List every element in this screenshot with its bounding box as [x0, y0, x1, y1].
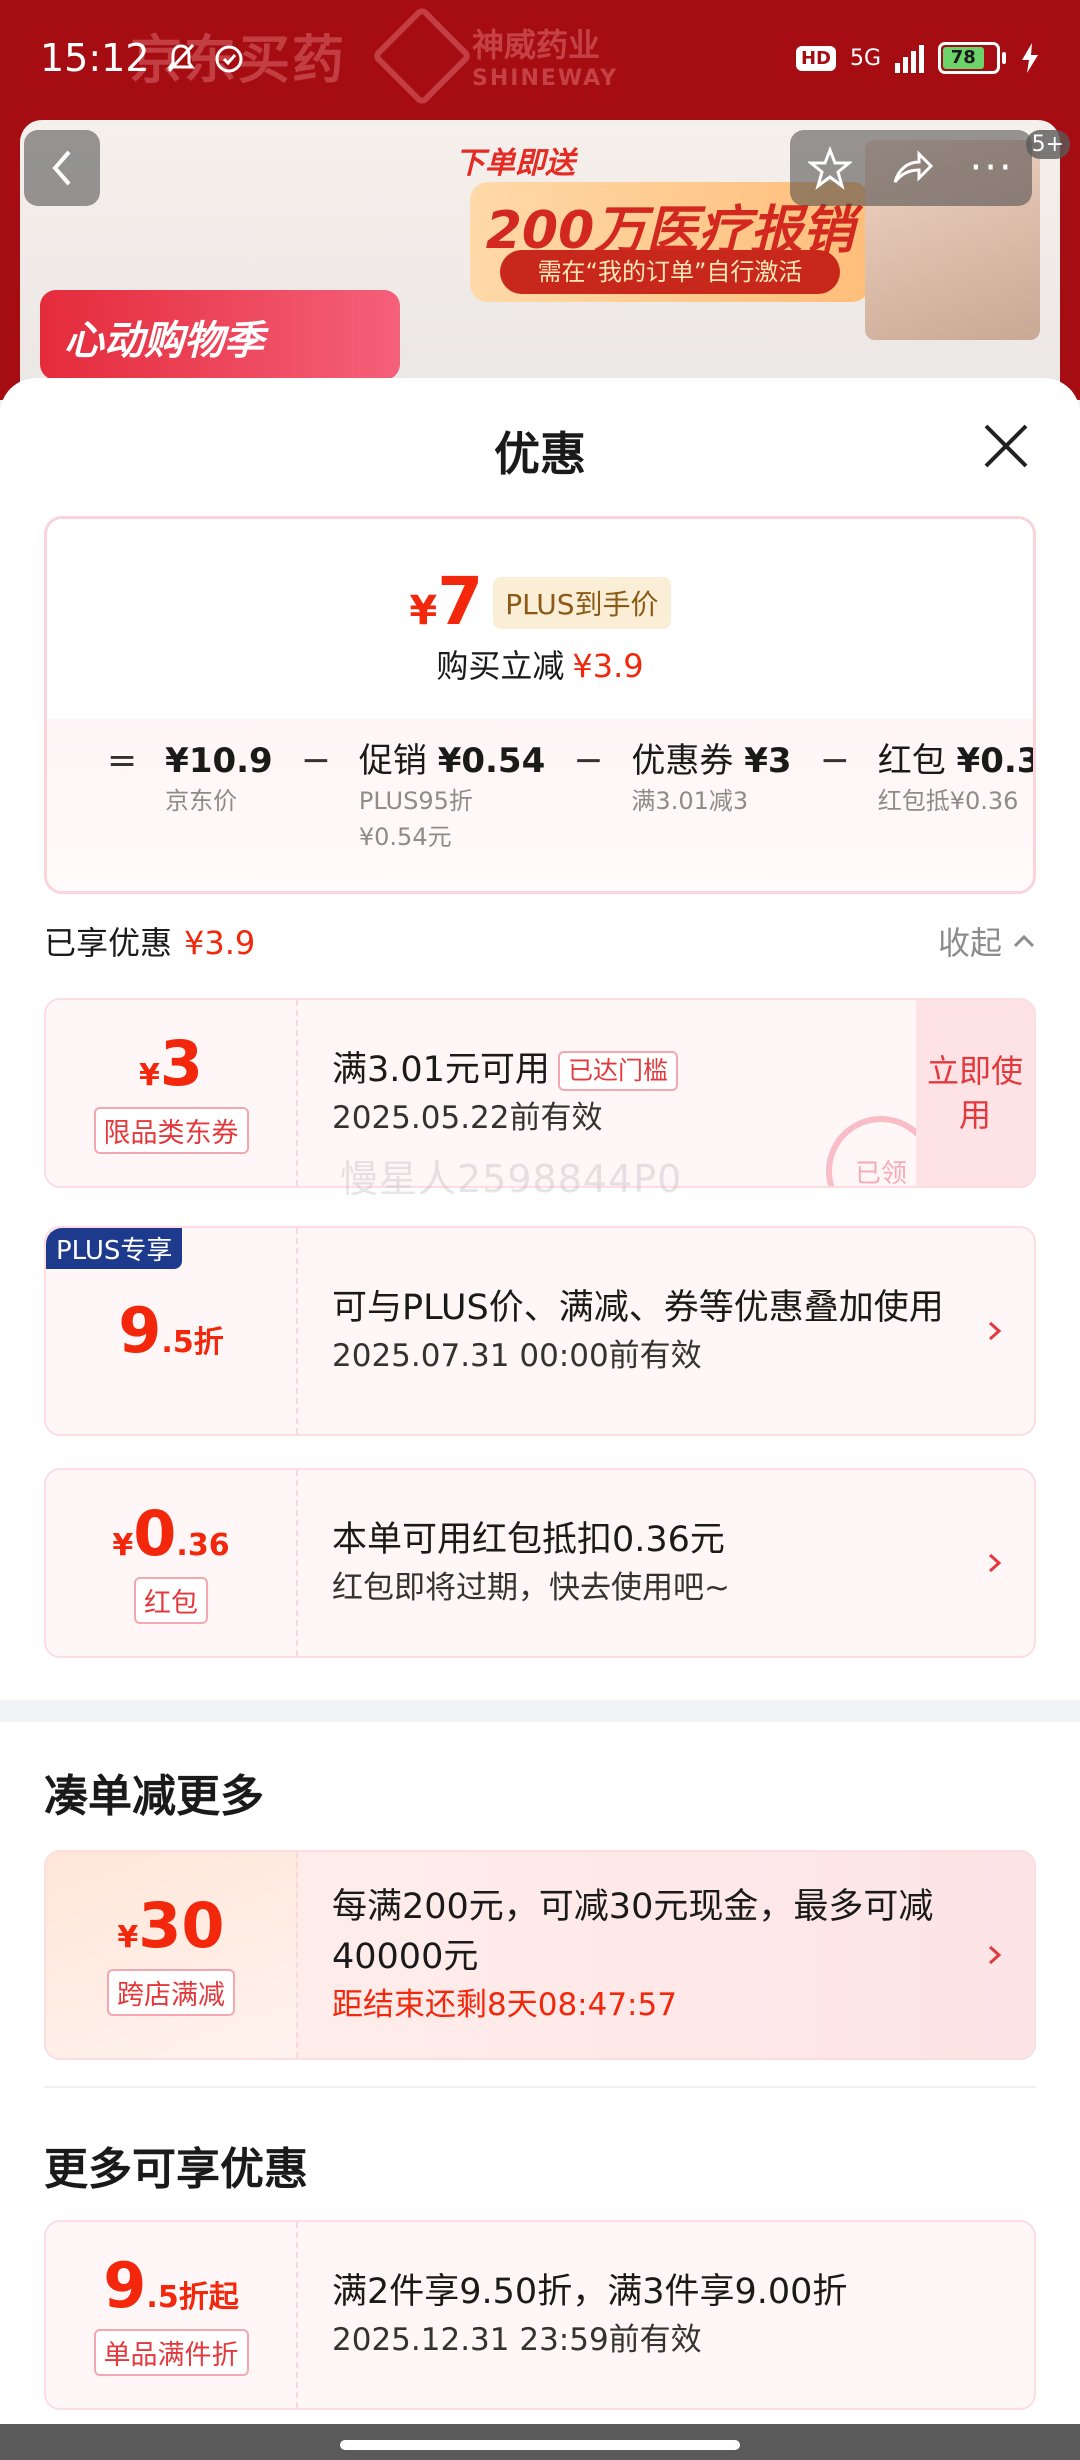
network-type: 5G — [849, 45, 881, 71]
section-divider — [0, 1700, 1080, 1722]
countdown: 距结束还剩8天08:47:57 — [332, 1987, 677, 2023]
coupon-title: 满2件享9.50折，满3件享9.00折 — [332, 2272, 848, 2312]
coupon-card-cross-store[interactable]: ¥30 跨店满减 每满200元，可减30元现金，最多可减40000元 距结束还剩… — [44, 1850, 1036, 2060]
mute-icon — [166, 43, 195, 73]
equals-sign: = — [107, 740, 138, 781]
battery-icon: 78 — [938, 42, 1006, 74]
enjoyed-discount: 已享优惠 ¥3.9 — [44, 924, 256, 962]
minus-sign: − — [300, 740, 331, 781]
coupon-amount: ¥30 — [117, 1888, 225, 1962]
notification-badge: 5+ — [1025, 130, 1070, 159]
charging-icon — [1022, 43, 1038, 73]
home-indicator-bar — [0, 2424, 1080, 2460]
coupon-type-tag: 单品满件折 — [93, 2328, 249, 2376]
chevron-up-icon — [1013, 934, 1035, 948]
coupon-card-redpack[interactable]: ¥0.36 红包 本单可用红包抵扣0.36元 红包即将过期，快去使用吧~ — [44, 1468, 1036, 1658]
chevron-left-icon — [52, 150, 71, 186]
close-icon[interactable] — [980, 420, 1032, 472]
chevron-right-icon — [989, 1945, 1002, 1965]
alarm-icon — [215, 45, 243, 73]
redpack-item: 红包 ¥0.36 红包抵¥0.36 — [877, 741, 1033, 815]
discount-rate: 9.5折 — [118, 1294, 224, 1367]
plus-exclusive-badge: PLUS专享 — [46, 1228, 183, 1269]
battery-level: 78 — [943, 47, 984, 69]
coupon-type-tag: 红包 — [134, 1576, 208, 1624]
promo-item: 促销 ¥0.54 PLUS95折 ¥0.54元 — [358, 741, 546, 851]
top-actions: ··· — [790, 130, 1032, 206]
plus-price-tag: PLUS到手价 — [493, 577, 671, 629]
coupon-card-multi-item[interactable]: 9.5折起 单品满件折 满2件享9.50折，满3件享9.00折 2025.12.… — [44, 2220, 1036, 2410]
coupon-title: 每满200元，可减30元现金，最多可减40000元 — [332, 1887, 934, 1977]
home-indicator[interactable] — [340, 2440, 740, 2450]
discount-sheet: 优惠 ¥7 PLUS到手价 购买立减 ¥3.9 = ¥10.9 京东价 − 促销… — [0, 378, 1080, 2424]
coupon-type-tag: 跨店满减 — [107, 1968, 235, 2016]
coupon-expiry: 2025.12.31 23:59前有效 — [332, 2322, 702, 2358]
redpack-amount: ¥0.36 — [112, 1496, 230, 1570]
discount-rate: 9.5折起 — [103, 2248, 239, 2322]
instant-discount: 购买立减 ¥3.9 — [436, 647, 644, 685]
minus-sign: − — [573, 740, 604, 781]
section-title-more-offers: 更多可享优惠 — [44, 2144, 308, 2195]
watermark: 慢星人2598844P0 — [340, 1157, 683, 1201]
status-time: 15:12 — [40, 36, 150, 80]
more-icon[interactable]: ··· — [970, 145, 1014, 191]
sheet-title: 优惠 — [494, 427, 586, 481]
status-bar: 15:12 HD 5G 78 — [40, 36, 1040, 80]
coupon-item: 优惠券 ¥3 满3.01减3 — [631, 741, 792, 815]
coupon-title: 可与PLUS价、满减、券等优惠叠加使用 — [332, 1288, 944, 1328]
coupon-title: 本单可用红包抵扣0.36元 — [332, 1520, 725, 1560]
coupon-subtitle: 红包即将过期，快去使用吧~ — [332, 1570, 730, 1606]
star-icon[interactable] — [808, 146, 853, 190]
coupon-card-plus[interactable]: 9.5折 PLUS专享 可与PLUS价、满减、券等优惠叠加使用 2025.07.… — [44, 1226, 1036, 1436]
back-button[interactable] — [24, 130, 100, 206]
threshold-reached-badge: 已达门槛 — [557, 1051, 678, 1091]
use-now-button[interactable]: 立即使用 — [916, 1000, 1034, 1186]
price-breakdown-card: ¥7 PLUS到手价 购买立减 ¥3.9 = ¥10.9 京东价 − 促销 ¥0.… — [44, 516, 1036, 894]
coupon-amount: ¥3 — [138, 1026, 203, 1100]
section-title-more: 凑单减更多 — [44, 1771, 264, 1822]
collapse-button[interactable]: 收起 — [938, 918, 1036, 964]
section-divider — [44, 2086, 1036, 2088]
coupon-expiry: 2025.07.31 00:00前有效 — [332, 1338, 702, 1374]
jd-price-item: ¥10.9 京东价 — [165, 741, 273, 815]
price-breakdown: = ¥10.9 京东价 − 促销 ¥0.54 PLUS95折 ¥0.54元 − … — [107, 739, 1033, 855]
enjoyed-discount-row: 已享优惠 ¥3.9 收起 — [44, 918, 1036, 964]
final-price: ¥7 — [409, 563, 484, 640]
minus-sign: − — [819, 740, 850, 781]
banner-subtitle: 需在“我的订单”自行激活 — [500, 250, 840, 294]
hd-badge: HD — [795, 45, 836, 71]
chevron-right-icon — [989, 1321, 1002, 1341]
coupon-title: 满3.01元可用 — [332, 1050, 550, 1090]
coupon-type-tag: 限品类东券 — [93, 1106, 249, 1154]
banner-tag: 下单即送 — [455, 146, 575, 181]
chevron-right-icon — [989, 1553, 1002, 1573]
banner-promo-label: 心动购物季 — [40, 290, 400, 380]
share-icon[interactable] — [889, 146, 933, 190]
signal-icon — [895, 43, 924, 73]
